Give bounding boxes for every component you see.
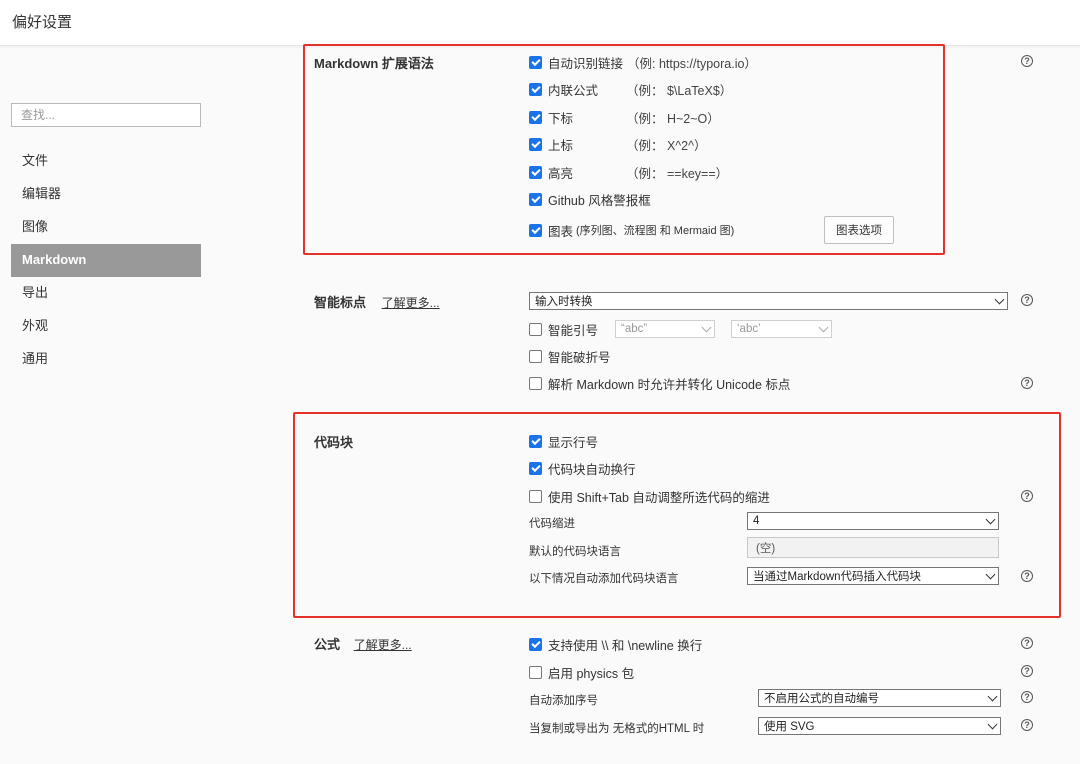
select-value: 不启用公式的自动编号 bbox=[764, 693, 879, 705]
help-icon[interactable]: ? bbox=[1021, 691, 1033, 703]
smart-punct-title-text: 智能标点 bbox=[314, 295, 367, 310]
title-bar: 偏好设置 bbox=[0, 0, 1080, 46]
select-value: “abc” bbox=[621, 323, 648, 335]
export-label: 当复制或导出为 无格式的HTML 时 bbox=[529, 723, 705, 735]
checkbox-physics[interactable] bbox=[529, 665, 542, 679]
checkbox-smart-dash[interactable] bbox=[529, 349, 542, 363]
option-physics[interactable]: 启用 physics 包 bbox=[529, 664, 635, 681]
sidebar: 文件 编辑器 图像 Markdown 导出 外观 通用 bbox=[0, 47, 212, 764]
highlight-box bbox=[293, 412, 1061, 618]
sidebar-item-general[interactable]: 通用 bbox=[11, 343, 201, 376]
checkbox-unicode-punct[interactable] bbox=[529, 376, 542, 390]
select-value: 使用 SVG bbox=[764, 721, 815, 733]
help-icon[interactable]: ? bbox=[1021, 294, 1033, 306]
sidebar-item-export[interactable]: 导出 bbox=[11, 277, 201, 310]
select-value: ‘abc’ bbox=[737, 323, 761, 335]
double-quote-select[interactable]: “abc” bbox=[615, 320, 715, 338]
window-title: 偏好设置 bbox=[12, 14, 73, 31]
sidebar-nav: 文件 编辑器 图像 Markdown 导出 外观 通用 bbox=[11, 145, 201, 376]
math-title: 公式 了解更多... bbox=[314, 634, 412, 653]
help-icon[interactable]: ? bbox=[1021, 637, 1033, 649]
highlight-box bbox=[303, 44, 945, 255]
smart-punct-title: 智能标点 了解更多... bbox=[314, 292, 440, 311]
search-box[interactable] bbox=[11, 103, 201, 127]
checkbox-math-newline[interactable] bbox=[529, 637, 542, 651]
learn-more-link[interactable]: 了解更多... bbox=[354, 638, 412, 652]
chevron-down-icon bbox=[701, 322, 712, 333]
export-select[interactable]: 使用 SVG bbox=[758, 717, 1001, 735]
option-label: 支持使用 \\ 和 \newline 换行 bbox=[548, 638, 703, 653]
auto-number-select[interactable]: 不启用公式的自动编号 bbox=[758, 689, 1001, 707]
chevron-down-icon bbox=[987, 719, 998, 730]
sidebar-item-file[interactable]: 文件 bbox=[11, 145, 201, 178]
option-label: 解析 Markdown 时允许并转化 Unicode 标点 bbox=[548, 377, 791, 392]
option-label: 智能破折号 bbox=[548, 350, 611, 365]
option-label: 智能引号 bbox=[548, 323, 599, 338]
option-smart-dash[interactable]: 智能破折号 bbox=[529, 348, 611, 365]
chevron-down-icon bbox=[818, 322, 829, 333]
settings-content: Markdown 扩展语法 自动识别链接 （例: https://typora.… bbox=[212, 44, 1080, 764]
option-smart-quotes[interactable]: 智能引号 bbox=[529, 321, 599, 338]
chevron-down-icon bbox=[987, 691, 998, 702]
help-icon[interactable]: ? bbox=[1021, 55, 1033, 67]
sidebar-item-markdown[interactable]: Markdown bbox=[11, 244, 201, 277]
math-title-text: 公式 bbox=[314, 637, 341, 652]
sidebar-item-image[interactable]: 图像 bbox=[11, 211, 201, 244]
option-unicode-punct[interactable]: 解析 Markdown 时允许并转化 Unicode 标点 bbox=[529, 375, 791, 392]
help-icon[interactable]: ? bbox=[1021, 665, 1033, 677]
auto-number-label: 自动添加序号 bbox=[529, 695, 598, 707]
sidebar-item-editor[interactable]: 编辑器 bbox=[11, 178, 201, 211]
option-math-newline[interactable]: 支持使用 \\ 和 \newline 换行 bbox=[529, 636, 703, 653]
chevron-down-icon bbox=[994, 294, 1005, 305]
help-icon[interactable]: ? bbox=[1021, 719, 1033, 731]
option-label: 启用 physics 包 bbox=[548, 666, 635, 681]
smart-punct-mode-select[interactable]: 输入时转换 bbox=[529, 292, 1008, 310]
learn-more-link[interactable]: 了解更多... bbox=[382, 296, 440, 310]
select-value: 输入时转换 bbox=[535, 296, 593, 308]
search-input[interactable] bbox=[12, 104, 200, 126]
help-icon[interactable]: ? bbox=[1021, 377, 1033, 389]
single-quote-select[interactable]: ‘abc’ bbox=[731, 320, 832, 338]
checkbox-smart-quotes[interactable] bbox=[529, 322, 542, 336]
sidebar-item-appearance[interactable]: 外观 bbox=[11, 310, 201, 343]
